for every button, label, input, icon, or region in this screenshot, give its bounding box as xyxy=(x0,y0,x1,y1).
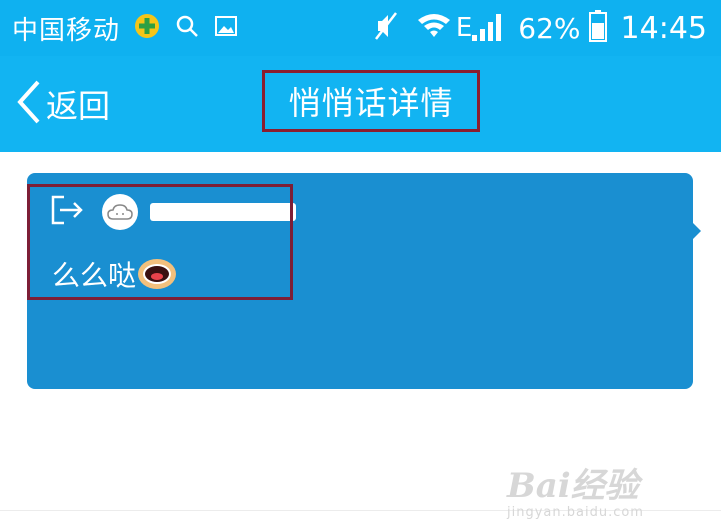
status-bar: 中国移动 E 62% 14:45 xyxy=(0,0,721,56)
battery-percent: 62% xyxy=(518,11,581,45)
chevron-left-icon xyxy=(16,79,42,129)
title-highlight-box: 悄悄话详情 xyxy=(262,70,480,132)
wifi-icon xyxy=(416,12,452,44)
battery-icon xyxy=(588,10,607,46)
image-icon xyxy=(214,15,238,41)
status-bar-right: E 62% 14:45 xyxy=(372,8,707,48)
cloud-icon xyxy=(107,204,133,220)
watermark-brand: Bai经验 xyxy=(507,466,639,506)
nav-bar: 返回 悄悄话详情 xyxy=(0,56,721,152)
avatar[interactable] xyxy=(102,194,138,230)
mute-icon xyxy=(372,11,400,45)
username-redacted xyxy=(150,203,296,221)
network-type: E xyxy=(455,13,473,43)
message-text: 么么哒 xyxy=(52,259,137,292)
clock: 14:45 xyxy=(620,10,707,46)
page-title: 悄悄话详情 xyxy=(288,84,454,122)
message-content: 么么哒 xyxy=(52,254,177,294)
exit-icon[interactable] xyxy=(50,194,84,230)
carrier-name: 中国移动 xyxy=(12,15,121,46)
back-label: 返回 xyxy=(46,87,111,125)
search-icon xyxy=(174,13,200,43)
signal-icon xyxy=(472,11,504,45)
watermark: Bai经验 jingyan.baidu.com xyxy=(507,458,707,520)
back-button[interactable]: 返回 xyxy=(16,80,110,128)
card-pointer xyxy=(693,223,701,239)
status-bar-left: 中国移动 xyxy=(12,8,238,48)
sender-row xyxy=(50,192,296,232)
watermark-url: jingyan.baidu.com xyxy=(507,505,644,520)
security-app-icon xyxy=(134,13,160,43)
kiss-emoji-icon xyxy=(138,259,177,289)
